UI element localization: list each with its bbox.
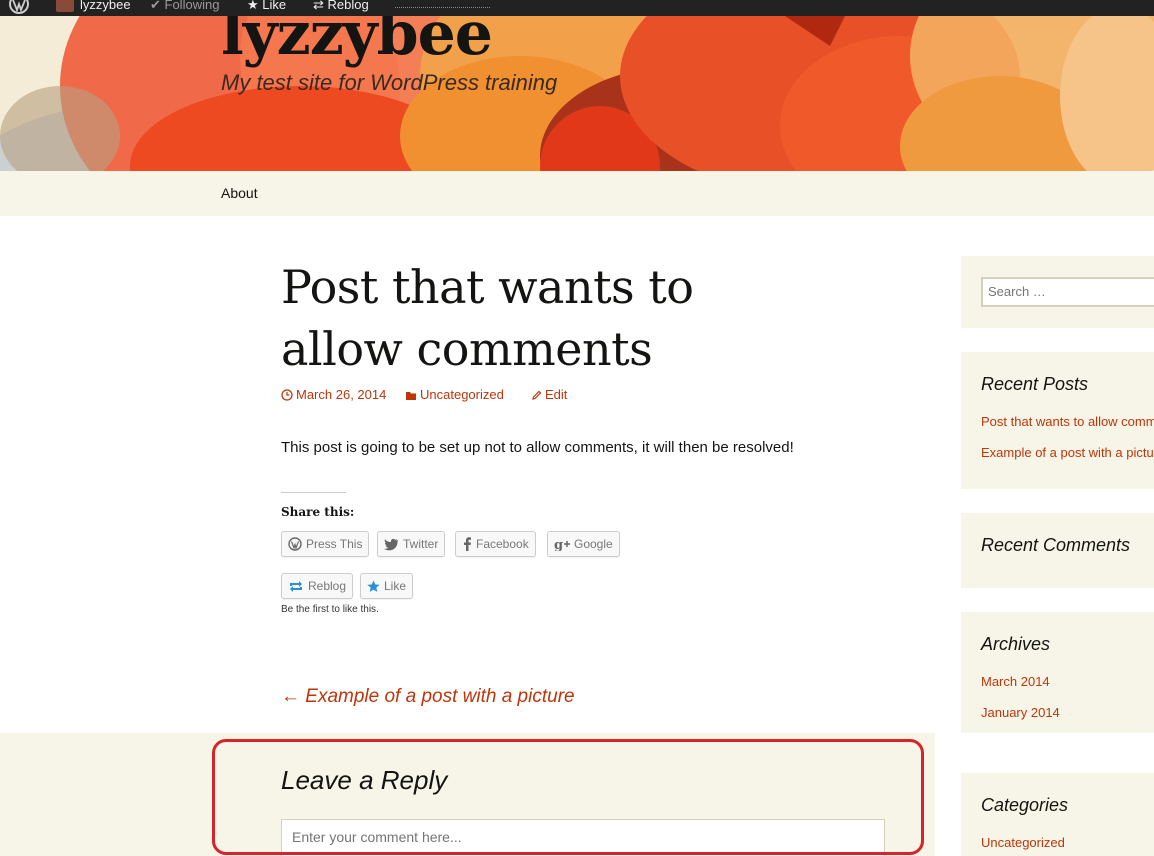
- wordpress-icon: [288, 537, 302, 551]
- star-icon: ★: [247, 0, 263, 12]
- share-facebook-label: Facebook: [476, 537, 529, 551]
- site-title[interactable]: lyzzybee: [221, 16, 493, 64]
- categories-title: Categories: [981, 795, 1069, 815]
- highlight-annotation: [212, 739, 924, 855]
- reblog-icon: [290, 581, 302, 592]
- avatar[interactable]: [56, 0, 74, 12]
- share-title: Share this:: [281, 505, 355, 519]
- admin-bar-reblog-button[interactable]: ⇄ Reblog: [313, 0, 369, 15]
- recent-post-link[interactable]: Example of a post with a picture: [981, 445, 1154, 460]
- archives-title: Archives: [981, 634, 1051, 654]
- post-date: March 26, 2014: [296, 387, 387, 402]
- post-edit: Edit: [545, 387, 568, 402]
- twitter-icon: [384, 538, 399, 551]
- reblog-button[interactable]: Reblog: [281, 573, 354, 599]
- admin-bar-divider: [395, 7, 490, 8]
- following-button[interactable]: ✔ Following: [150, 0, 219, 15]
- search-input[interactable]: Search …: [981, 277, 1154, 307]
- nav-item-about[interactable]: About: [221, 185, 258, 201]
- post-content: This post is going to be set up not to a…: [281, 439, 794, 456]
- admin-bar-site-name[interactable]: lyzzybee: [80, 0, 131, 15]
- share-facebook-button[interactable]: Facebook: [455, 531, 536, 557]
- recent-comments-title: Recent Comments: [981, 535, 1131, 555]
- site-header: lyzzybee My test site for WordPress trai…: [0, 16, 1154, 171]
- post-date-link[interactable]: March 26, 2014: [281, 387, 386, 402]
- wordpress-logo-icon[interactable]: [8, 0, 30, 14]
- admin-bar-like-button[interactable]: ★ Like: [247, 0, 286, 15]
- previous-post-link[interactable]: ← Example of a post with a picture: [281, 686, 575, 708]
- share-twitter-button[interactable]: Twitter: [377, 531, 446, 557]
- post-title: Post that wants to allow comments: [281, 256, 781, 380]
- share-press-this-button[interactable]: Press This: [281, 531, 370, 557]
- header-image: [0, 16, 1154, 171]
- post-category-link[interactable]: Uncategorized: [405, 387, 504, 402]
- check-icon: ✔: [150, 0, 165, 12]
- admin-bar: lyzzybee ✔ Following ★ Like ⇄ Reblog: [0, 0, 1154, 16]
- post-edit-link[interactable]: Edit: [531, 387, 567, 402]
- share-divider: [281, 492, 346, 493]
- following-label: Following: [164, 0, 220, 12]
- recent-posts-title: Recent Posts: [981, 374, 1089, 394]
- svg-text:g: g: [554, 538, 563, 551]
- share-google-button[interactable]: g Google: [547, 531, 620, 557]
- star-icon: [367, 580, 380, 592]
- like-status-text: Be the first to like this.: [281, 604, 379, 615]
- like-label: Like: [262, 0, 287, 12]
- post-title-line-1: Post that wants to: [281, 260, 694, 314]
- archive-link[interactable]: March 2014: [981, 674, 1050, 689]
- pencil-icon: [532, 390, 542, 400]
- google-plus-icon: g: [554, 538, 570, 553]
- clock-icon: [281, 389, 293, 401]
- main-navigation: About: [0, 171, 1154, 216]
- site-description: My test site for WordPress training: [221, 70, 558, 95]
- like-button[interactable]: Like: [360, 573, 414, 599]
- reblog-label: Reblog: [308, 579, 347, 593]
- like-label: Like: [384, 579, 407, 593]
- post-category: Uncategorized: [420, 387, 504, 402]
- reblog-label: Reblog: [327, 0, 369, 12]
- folder-icon: [406, 392, 416, 400]
- post-title-line-2: allow comments: [281, 322, 653, 376]
- archive-link[interactable]: January 2014: [981, 705, 1060, 720]
- reblog-icon: ⇄: [313, 0, 328, 12]
- facebook-icon: [464, 537, 471, 551]
- category-link[interactable]: Uncategorized: [981, 835, 1065, 850]
- share-press-this-label: Press This: [306, 537, 363, 551]
- share-google-label: Google: [574, 537, 613, 551]
- share-twitter-label: Twitter: [403, 537, 439, 551]
- recent-post-link[interactable]: Post that wants to allow comments: [981, 414, 1154, 429]
